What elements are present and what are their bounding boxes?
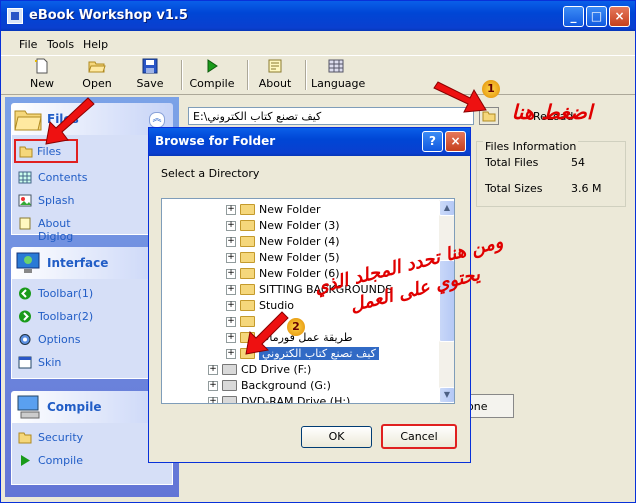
menu-help[interactable]: Help [83, 38, 108, 51]
tree-node-label: Background (G:) [241, 379, 331, 392]
cancel-button[interactable]: Cancel [381, 424, 457, 449]
skin-window-icon [18, 356, 32, 369]
scroll-up-button[interactable]: ▲ [439, 200, 454, 216]
green-arrow-icon [19, 310, 31, 323]
new-button[interactable]: New [21, 58, 63, 92]
expand-plus-icon[interactable]: + [208, 381, 218, 391]
menu-tools[interactable]: Tools [47, 38, 74, 51]
red-arrow-browse [433, 81, 487, 113]
toolbar-separator [247, 60, 249, 90]
new-page-icon [35, 58, 48, 74]
title-bar[interactable]: eBook Workshop v1.5 _ □ × [1, 1, 635, 31]
compile-button[interactable]: Compile [189, 58, 235, 92]
expand-plus-icon[interactable]: + [226, 349, 236, 359]
dialog-title: Browse for Folder [155, 134, 276, 148]
total-sizes-label: Total Sizes [485, 182, 543, 195]
note-icon [19, 217, 31, 230]
app-icon [7, 8, 23, 24]
folder-icon [240, 204, 255, 215]
folder-icon [240, 220, 255, 231]
expand-plus-icon[interactable]: + [226, 237, 236, 247]
total-sizes-value: 3.6 M [571, 182, 602, 195]
folder-icon [240, 252, 255, 263]
green-arrow-icon [19, 287, 31, 300]
open-folder-icon [19, 146, 33, 158]
options-gear-icon [19, 334, 31, 345]
tree-node-label: DVD-RAM Drive (H:) [241, 395, 351, 404]
menu-bar: File Tools Help [1, 35, 635, 55]
expand-plus-icon[interactable]: + [226, 301, 236, 311]
step-badge-1: 1 [482, 80, 500, 98]
expand-plus-icon[interactable]: + [208, 365, 218, 375]
toolbar-separator [181, 60, 183, 90]
dialog-title-bar[interactable]: Browse for Folder ? × [149, 128, 470, 156]
maximize-button[interactable]: □ [586, 6, 607, 27]
folder-icon [240, 236, 255, 247]
scroll-down-button[interactable]: ▼ [439, 387, 454, 403]
click-here-annotation: اضغط هنا [511, 100, 593, 124]
red-arrow-folder [245, 311, 289, 355]
expand-plus-icon[interactable]: + [226, 269, 236, 279]
compile-play-icon [21, 455, 30, 466]
monitor-icon [16, 252, 40, 273]
language-grid-icon [328, 59, 344, 73]
drive-icon [222, 364, 237, 375]
image-icon [18, 194, 32, 207]
dialog-prompt: Select a Directory [161, 167, 260, 180]
total-files-value: 54 [571, 156, 585, 169]
tree-node-label: CD Drive (F:) [241, 363, 312, 376]
about-note-icon [268, 59, 282, 73]
expand-plus-icon[interactable]: + [208, 397, 218, 403]
drive-icon [222, 396, 237, 403]
tree-node-label: New Folder (4) [259, 235, 340, 248]
ok-button[interactable]: OK [301, 426, 372, 448]
red-arrow-files [45, 97, 95, 145]
toolbar: New Open Save Compile About Language [1, 55, 635, 95]
grid-icon [18, 171, 32, 184]
tree-node-label: New Folder (3) [259, 219, 340, 232]
files-information-group: Files Information Total Files 54 Total S… [476, 140, 626, 207]
folder-icon [240, 284, 255, 295]
folder-icon [14, 110, 42, 131]
about-button[interactable]: About [255, 58, 295, 92]
tree-vertical-scrollbar[interactable]: ▲ ▼ [439, 200, 454, 403]
expand-plus-icon[interactable]: + [226, 221, 236, 231]
toolbar-separator [305, 60, 307, 90]
minimize-button[interactable]: _ [563, 6, 584, 27]
open-button[interactable]: Open [77, 58, 117, 92]
total-files-label: Total Files [485, 156, 539, 169]
help-button[interactable]: ? [422, 131, 443, 152]
window-title: eBook Workshop v1.5 [29, 8, 188, 23]
collapse-chevron-icon[interactable]: ︽ [149, 112, 165, 128]
close-button[interactable]: × [609, 6, 630, 27]
folder-icon [240, 268, 255, 279]
tree-node-label: New Folder (5) [259, 251, 340, 264]
save-button[interactable]: Save [131, 58, 169, 92]
step-badge-2: 2 [287, 318, 305, 336]
compile-play-icon [207, 59, 218, 73]
open-folder-icon [88, 61, 106, 73]
drive-icon [222, 380, 237, 391]
computer-icon [17, 395, 40, 419]
expand-plus-icon[interactable]: + [226, 317, 236, 327]
menu-file[interactable]: File [19, 38, 37, 51]
expand-plus-icon[interactable]: + [226, 253, 236, 263]
dialog-close-button[interactable]: × [445, 131, 466, 152]
save-disk-icon [142, 58, 158, 74]
folder-icon [18, 432, 32, 444]
language-button[interactable]: Language [311, 58, 365, 92]
tree-node-label: New Folder [259, 203, 321, 216]
expand-plus-icon[interactable]: + [226, 205, 236, 215]
expand-plus-icon[interactable]: + [226, 285, 236, 295]
expand-plus-icon[interactable]: + [226, 333, 236, 343]
